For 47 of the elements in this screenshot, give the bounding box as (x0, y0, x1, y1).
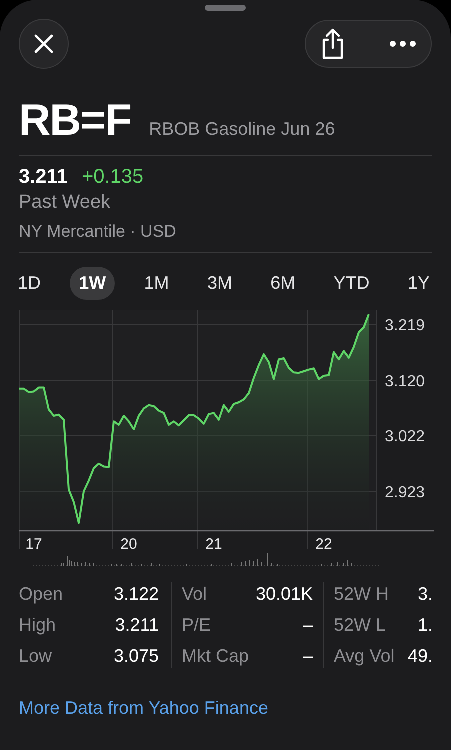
y-axis-label: 3.120 (385, 373, 426, 390)
stat-label: 52W H (334, 583, 390, 606)
x-axis-label: 22 (316, 536, 332, 550)
share-button[interactable] (320, 28, 346, 60)
more-icon (389, 40, 417, 48)
stat-value: 30.01K (256, 583, 313, 606)
close-button[interactable] (19, 19, 69, 69)
exchange-label: NY Mercantile · USD (19, 222, 178, 242)
instrument-name: RBOB Gasoline Jun 26 (149, 119, 336, 140)
stat-label: Mkt Cap (182, 645, 250, 668)
stat-value: – (302, 645, 313, 668)
close-icon (33, 33, 55, 55)
x-axis-label: 21 (206, 536, 222, 550)
range-tab[interactable]: YTD (324, 267, 379, 300)
share-icon (320, 28, 346, 60)
y-axis-label: 2.923 (385, 484, 426, 502)
x-axis-label: 17 (26, 536, 42, 550)
range-tab[interactable]: 1Y (398, 267, 439, 300)
y-axis-label: 3.219 (385, 318, 426, 335)
stat-label: High (19, 614, 56, 637)
price: 3.211 (19, 166, 68, 189)
more-data-link[interactable]: More Data from Yahoo Finance (19, 698, 268, 719)
ticker-symbol: RB=F (19, 97, 132, 145)
stat-value: 49. (408, 645, 433, 668)
stat-value: 3. (418, 583, 433, 606)
price-change: +0.135 (82, 166, 144, 189)
stat-value: – (302, 614, 313, 637)
stat-label: Open (19, 583, 64, 606)
stat-value: 3.075 (114, 645, 159, 668)
stat-label: 52W L (334, 614, 386, 637)
more-button[interactable] (389, 40, 417, 48)
range-tab[interactable]: 1W (70, 267, 116, 300)
y-axis-label: 3.022 (385, 428, 426, 446)
range-tab[interactable]: 3M (198, 267, 242, 300)
x-axis-label: 20 (120, 536, 138, 550)
stat-value: 3.122 (114, 583, 159, 606)
stat-label: Low (19, 645, 52, 668)
range-tab[interactable]: 1M (135, 267, 178, 300)
stat-label: Vol (182, 583, 208, 606)
range-tab[interactable]: 6M (262, 267, 305, 300)
stat-label: P/E (182, 614, 212, 637)
stat-value: 3.211 (115, 614, 159, 637)
stat-value: 1. (418, 614, 433, 637)
grabber-handle[interactable] (205, 5, 246, 11)
stat-label: Avg Vol (334, 645, 395, 668)
period-label: Past Week (19, 192, 112, 214)
range-tab[interactable]: 1D (9, 267, 50, 300)
